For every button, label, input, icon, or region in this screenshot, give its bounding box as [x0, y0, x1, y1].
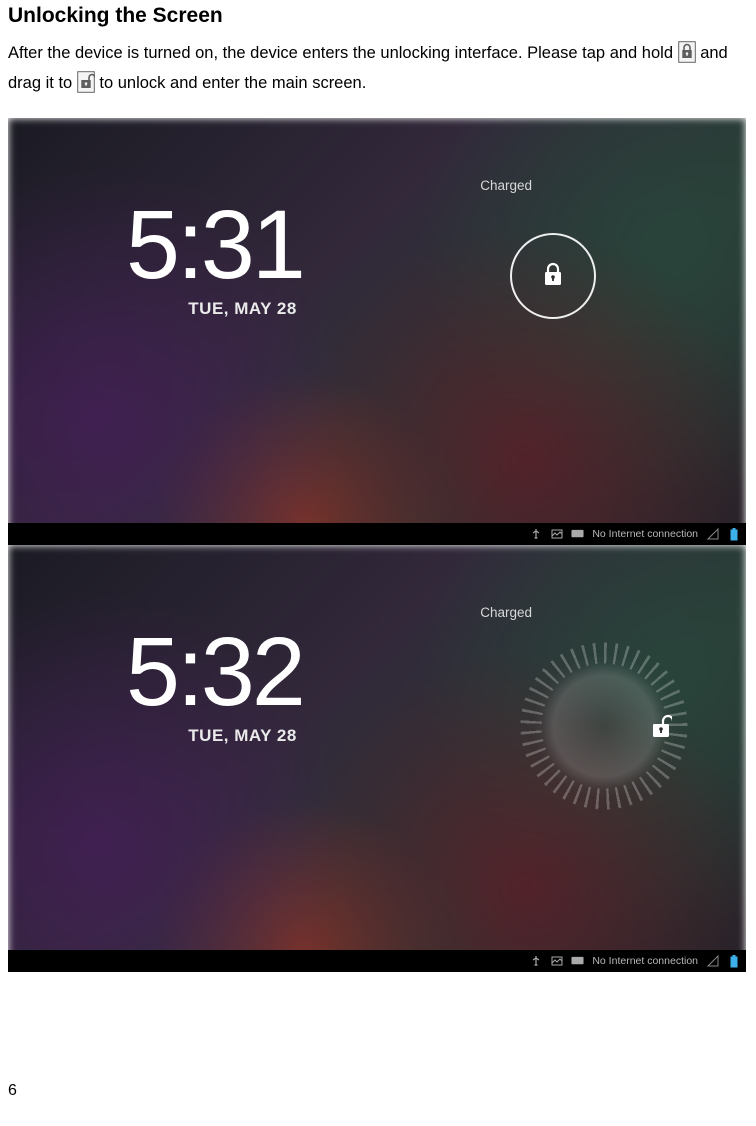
- clock-time: 5:31: [126, 196, 303, 293]
- battery-icon: [727, 528, 740, 541]
- keyboard-icon: [571, 955, 584, 968]
- unlock-target-icon: [650, 713, 672, 744]
- status-text: No Internet connection: [592, 955, 698, 967]
- clock-widget: 5:32 TUE, MAY 28: [126, 623, 303, 746]
- instruction-paragraph: After the device is turned on, the devic…: [8, 38, 748, 98]
- unlock-icon: [77, 71, 95, 93]
- signal-icon: [706, 955, 719, 968]
- signal-icon: [706, 528, 719, 541]
- section-heading: Unlocking the Screen: [8, 4, 748, 28]
- clock-date: TUE, MAY 28: [126, 299, 303, 319]
- lockscreen-screenshot-locked: Charged 5:31 TUE, MAY 28: [8, 118, 746, 545]
- wallpaper: [8, 118, 746, 545]
- lockscreen-screenshot-dragging: Charged 5:32 TUE, MAY 28: [8, 545, 746, 972]
- clock-widget: 5:31 TUE, MAY 28: [126, 196, 303, 319]
- battery-status-label: Charged: [480, 178, 532, 193]
- status-bar: No Internet connection: [8, 950, 746, 972]
- image-icon: [550, 528, 563, 541]
- keyboard-icon: [571, 528, 584, 541]
- page-number: 6: [8, 1082, 17, 1100]
- text-part-3: to unlock and enter the main screen.: [99, 74, 366, 92]
- text-part-1: After the device is turned on, the devic…: [8, 44, 678, 62]
- usb-icon: [529, 955, 542, 968]
- battery-icon: [727, 955, 740, 968]
- battery-status-label: Charged: [480, 605, 532, 620]
- clock-date: TUE, MAY 28: [126, 726, 303, 746]
- image-icon: [550, 955, 563, 968]
- usb-icon: [529, 528, 542, 541]
- unlock-drag-area[interactable]: [501, 623, 706, 828]
- status-bar: No Internet connection: [8, 523, 746, 545]
- padlock-icon: [542, 261, 564, 292]
- lock-handle[interactable]: [510, 233, 596, 319]
- clock-time: 5:32: [126, 623, 303, 720]
- status-text: No Internet connection: [592, 528, 698, 540]
- lock-icon: [678, 41, 696, 63]
